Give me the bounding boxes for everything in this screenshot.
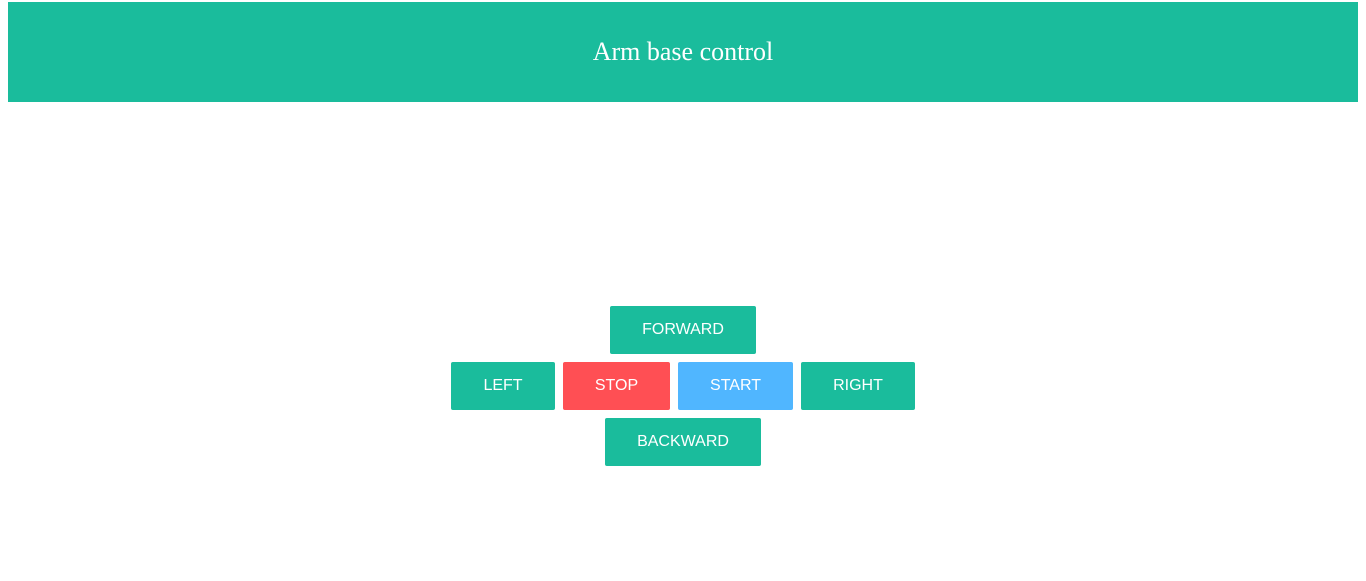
start-button[interactable]: START bbox=[678, 362, 793, 410]
page-title: Arm base control bbox=[592, 37, 774, 66]
stop-button[interactable]: STOP bbox=[563, 362, 670, 410]
page-header: Arm base control bbox=[8, 2, 1358, 102]
left-button[interactable]: LEFT bbox=[451, 362, 555, 410]
right-button[interactable]: RIGHT bbox=[801, 362, 915, 410]
backward-button[interactable]: BACKWARD bbox=[605, 418, 761, 466]
forward-button[interactable]: FORWARD bbox=[610, 306, 756, 354]
